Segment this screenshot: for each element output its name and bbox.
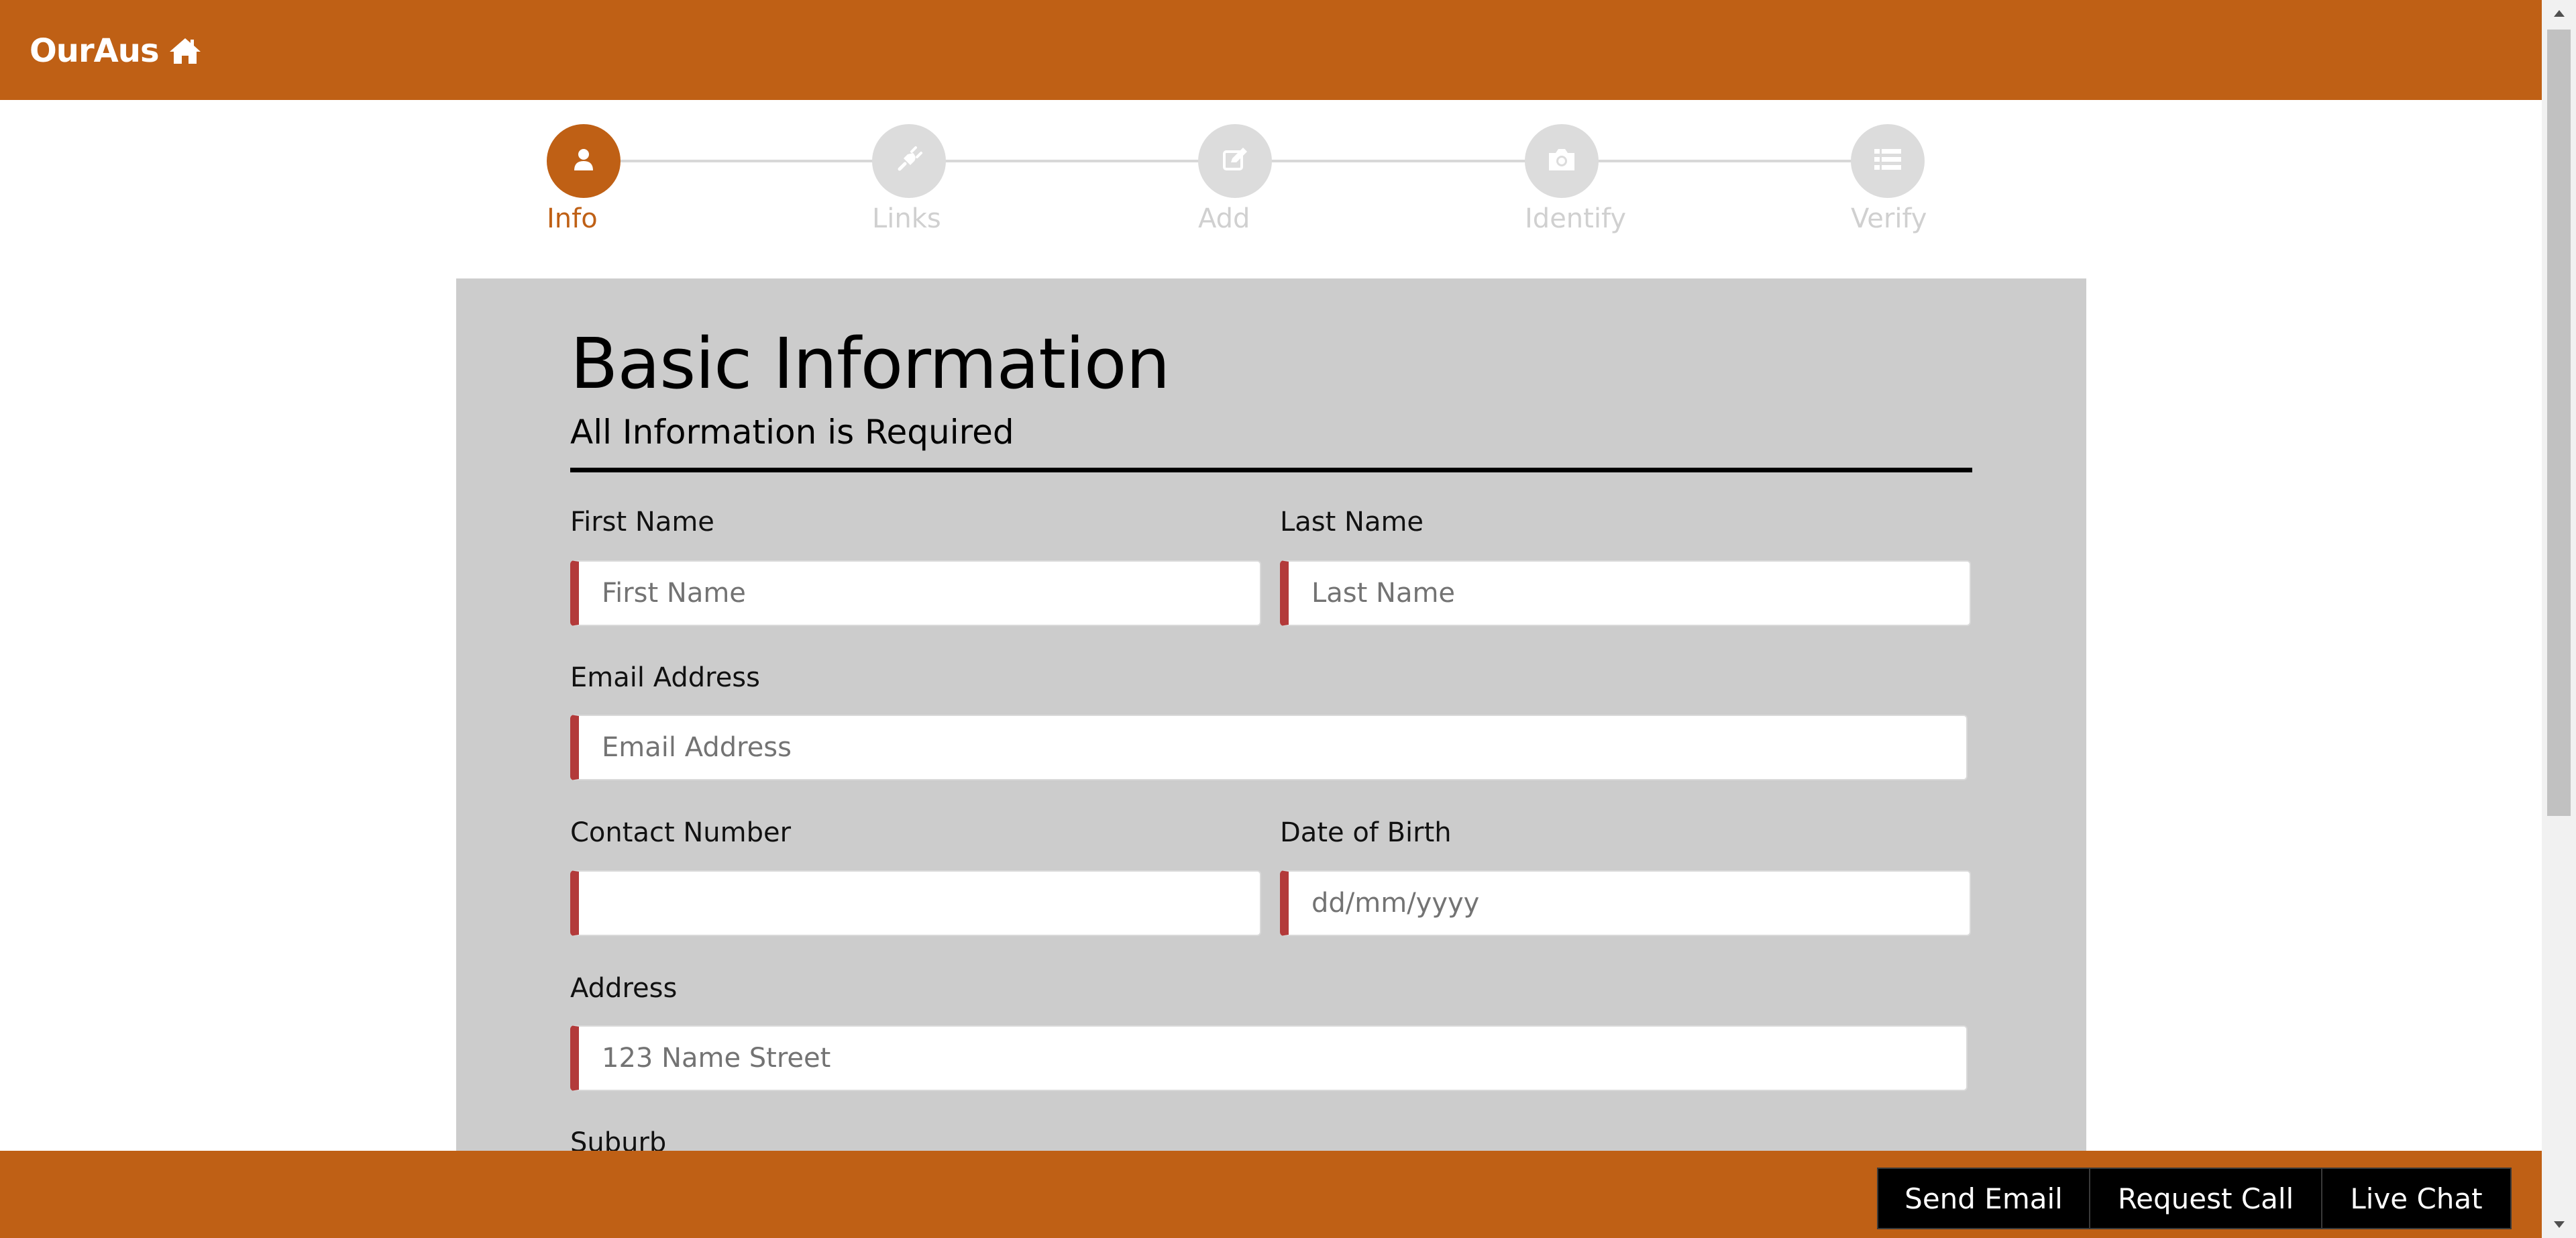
form-title: Basic Information (570, 323, 1170, 405)
step-add-circle (1198, 124, 1272, 198)
home-icon (168, 37, 202, 65)
edit-icon (1220, 145, 1250, 177)
step-identify-circle (1525, 124, 1599, 198)
date-of-birth-label: Date of Birth (1280, 817, 1452, 848)
top-header: OurAus (0, 0, 2542, 100)
address-label: Address (570, 973, 678, 1004)
email-label: Email Address (570, 662, 760, 693)
step-verify-circle (1851, 124, 1925, 198)
basic-information-panel: Basic Information All Information is Req… (456, 278, 2086, 1158)
contact-number-label: Contact Number (570, 817, 792, 848)
progress-stepper: Info Links Add Identify Verify (0, 100, 2542, 278)
step-info-circle (547, 124, 621, 198)
contact-number-input[interactable] (570, 870, 1261, 936)
email-input[interactable] (570, 715, 1968, 780)
camera-icon (1546, 146, 1577, 176)
title-divider (570, 468, 1972, 472)
address-input[interactable] (570, 1025, 1968, 1091)
step-links[interactable]: Links (872, 124, 946, 234)
last-name-input[interactable] (1280, 560, 1971, 626)
step-verify[interactable]: Verify (1851, 124, 1927, 234)
step-links-label: Links (872, 203, 941, 234)
request-call-button[interactable]: Request Call (2089, 1168, 2322, 1229)
step-info[interactable]: Info (547, 124, 621, 234)
send-email-button[interactable]: Send Email (1877, 1168, 2090, 1229)
live-chat-button[interactable]: Live Chat (2321, 1168, 2512, 1229)
step-links-circle (872, 124, 946, 198)
step-identify[interactable]: Identify (1525, 124, 1626, 234)
first-name-input[interactable] (570, 560, 1261, 626)
step-add-label: Add (1198, 203, 1250, 234)
step-info-label: Info (547, 203, 598, 234)
brand-logo[interactable]: OurAus (30, 31, 202, 71)
user-icon (570, 146, 597, 176)
first-name-label: First Name (570, 507, 714, 537)
vertical-scrollbar[interactable] (2542, 0, 2576, 1238)
bottom-contact-bar: Send Email Request Call Live Chat (0, 1151, 2542, 1238)
last-name-label: Last Name (1280, 507, 1424, 537)
scroll-down-arrow-icon[interactable] (2542, 1211, 2576, 1238)
scrollbar-thumb[interactable] (2547, 30, 2571, 816)
step-identify-label: Identify (1525, 203, 1626, 234)
scroll-up-arrow-icon[interactable] (2542, 0, 2576, 27)
brand-name: OurAus (30, 32, 160, 70)
step-verify-label: Verify (1851, 203, 1927, 234)
date-of-birth-input[interactable] (1280, 870, 1971, 936)
step-add[interactable]: Add (1198, 124, 1272, 234)
plug-icon (894, 145, 924, 177)
list-icon (1873, 146, 1902, 176)
form-subtitle: All Information is Required (570, 413, 1014, 452)
